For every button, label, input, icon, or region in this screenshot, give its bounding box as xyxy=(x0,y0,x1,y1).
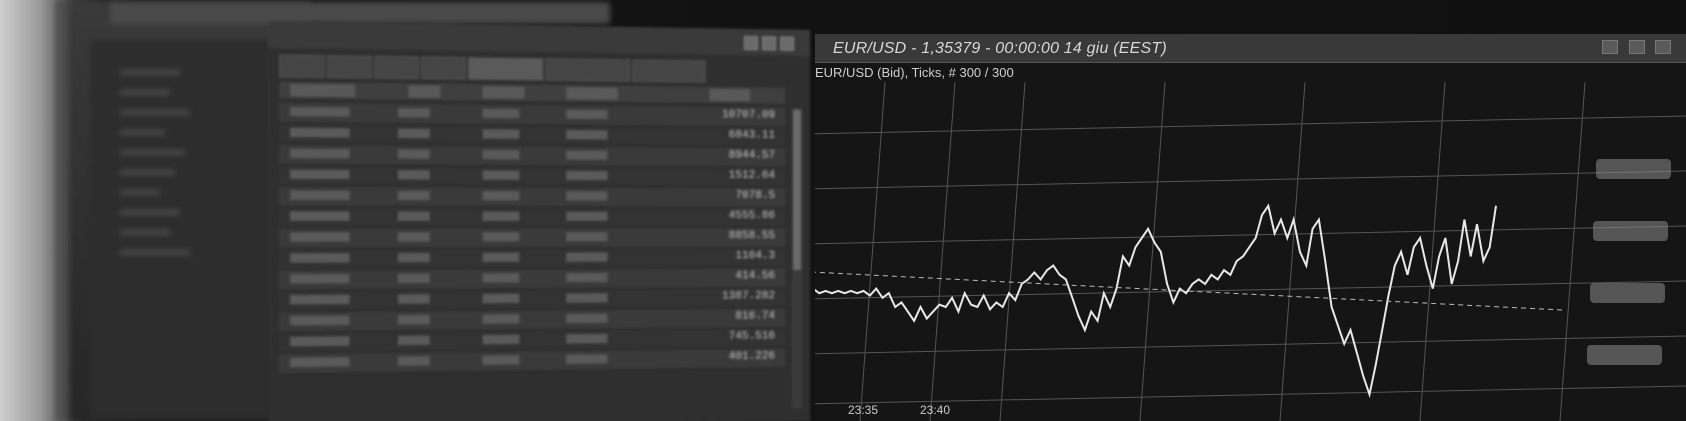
x-tick-label: 23:40 xyxy=(920,403,950,417)
row-value: 7078.5 xyxy=(735,189,776,202)
grid-line-h xyxy=(815,115,1686,135)
row-value: 4555.86 xyxy=(728,209,776,222)
row-value: 414.56 xyxy=(735,270,776,283)
grid-line-v xyxy=(1279,81,1306,421)
tab-dropdown[interactable] xyxy=(545,58,631,82)
grid-line-h xyxy=(815,225,1686,245)
top-menu-bar xyxy=(110,2,610,24)
row-value: 1387.282 xyxy=(721,290,776,303)
tab-4[interactable] xyxy=(421,56,466,80)
tab-1[interactable] xyxy=(279,54,325,78)
table-row[interactable]: 8944.57 xyxy=(279,144,786,168)
price-label xyxy=(1587,345,1662,365)
chart-subtitle: EUR/USD (Bid), Ticks, # 300 / 300 xyxy=(815,65,1014,80)
grid-line-v xyxy=(929,81,956,421)
grid-line-h xyxy=(815,280,1686,300)
table-row[interactable]: 401.226 xyxy=(279,348,786,375)
row-value: 745.516 xyxy=(728,330,776,343)
side-list-panel xyxy=(90,40,270,420)
watchlist-table: 10707.09 6843.11 8944.57 1512.64 7078.5 4555.… xyxy=(279,102,786,375)
close-icon[interactable] xyxy=(780,36,795,51)
tab-active[interactable] xyxy=(467,57,544,81)
watchlist-tabs xyxy=(279,54,800,83)
row-value: 816.74 xyxy=(735,310,776,323)
row-value: 10707.09 xyxy=(721,109,776,122)
grid-line-v xyxy=(1559,81,1586,421)
maximize-icon[interactable] xyxy=(762,36,777,51)
price-label xyxy=(1593,221,1668,241)
table-row[interactable]: 1104.3 xyxy=(279,248,786,270)
row-value: 1104.3 xyxy=(735,250,776,263)
watchlist-window: 10707.09 6843.11 8944.57 1512.64 7078.5 4555.… xyxy=(268,20,811,421)
tab-2[interactable] xyxy=(326,55,373,79)
grid-line-h xyxy=(815,335,1686,355)
minimize-icon[interactable] xyxy=(743,35,759,51)
chart-window: EUR/USD - 1,35379 - 00:00:00 14 giu (EES… xyxy=(815,34,1686,421)
table-header xyxy=(279,81,786,104)
table-row[interactable]: 7078.5 xyxy=(279,186,786,208)
row-value: 401.226 xyxy=(728,350,776,363)
photo-stage: 10707.09 6843.11 8944.57 1512.64 7078.5 4555.… xyxy=(0,0,1686,421)
grid-line-v xyxy=(999,81,1026,421)
x-tick-label: 23:35 xyxy=(848,403,878,417)
price-label xyxy=(1596,159,1671,179)
grid-line-h xyxy=(815,170,1686,190)
table-row[interactable]: 8858.55 xyxy=(279,228,786,250)
tab-3[interactable] xyxy=(374,55,420,80)
row-value: 8858.55 xyxy=(728,230,776,243)
table-row[interactable]: 1512.64 xyxy=(279,165,786,188)
table-row[interactable]: 414.56 xyxy=(279,268,786,291)
scrollbar[interactable] xyxy=(792,107,803,409)
watchlist-titlebar xyxy=(268,20,811,56)
row-value: 1512.64 xyxy=(728,169,776,182)
table-row[interactable]: 4555.86 xyxy=(279,207,786,229)
price-label xyxy=(1590,283,1665,303)
row-value: 6843.11 xyxy=(728,129,776,142)
grid-line-h xyxy=(815,385,1686,405)
row-value: 8944.57 xyxy=(728,149,776,162)
price-chart[interactable]: EUR/USD (Bid), Ticks, # 300 / 300 23:35 23… xyxy=(815,34,1686,421)
tab-index[interactable] xyxy=(632,59,706,83)
price-line xyxy=(815,203,1497,399)
